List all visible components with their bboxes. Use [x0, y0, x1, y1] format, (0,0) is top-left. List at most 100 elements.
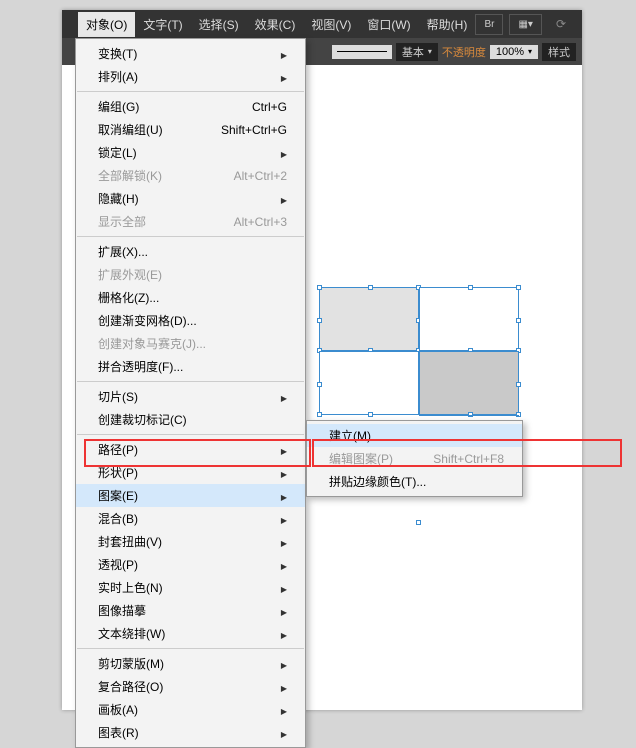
submenu-arrow-icon — [281, 466, 287, 480]
menu-item-label: 混合(B) — [98, 510, 138, 527]
menu-item[interactable]: 创建渐变网格(D)... — [76, 309, 305, 332]
submenu-item-label: 拼贴边缘颜色(T)... — [329, 473, 426, 490]
menu-item[interactable]: 透视(P) — [76, 553, 305, 576]
menu-item-label: 路径(P) — [98, 441, 138, 458]
submenu-arrow-icon — [281, 657, 287, 671]
menu-item[interactable]: 排列(A) — [76, 65, 305, 88]
guide-line — [419, 415, 519, 416]
submenu-item: 编辑图案(P) Shift+Ctrl+F8 — [307, 447, 522, 470]
menu-item-label: 变换(T) — [98, 45, 137, 62]
menu-item-label: 文本绕排(W) — [98, 625, 165, 642]
menu-item[interactable]: 文本绕排(W) — [76, 622, 305, 645]
menu-item[interactable]: 画板(A) — [76, 698, 305, 721]
menu-item[interactable]: 变换(T) — [76, 42, 305, 65]
menu-item: 扩展外观(E) — [76, 263, 305, 286]
submenu-item[interactable]: 拼贴边缘颜色(T)... — [307, 470, 522, 493]
submenu-item[interactable]: 建立(M) — [307, 424, 522, 447]
submenu-arrow-icon — [281, 512, 287, 526]
menu-item-shortcut: Alt+Ctrl+2 — [234, 169, 287, 183]
anchor-handle[interactable] — [416, 520, 421, 525]
menu-separator — [77, 648, 304, 649]
submenu-arrow-icon — [281, 703, 287, 717]
submenu-arrow-icon — [281, 192, 287, 206]
submenu-item-label: 建立(M) — [329, 427, 371, 444]
submenu-arrow-icon — [281, 535, 287, 549]
menu-item[interactable]: 隐藏(H) — [76, 187, 305, 210]
menu-item[interactable]: 封套扭曲(V) — [76, 530, 305, 553]
menu-separator — [77, 91, 304, 92]
menu-item-label: 显示全部 — [98, 213, 146, 230]
menu-item[interactable]: 编组(G)Ctrl+G — [76, 95, 305, 118]
submenu-item-label: 编辑图案(P) — [329, 450, 393, 467]
menu-view[interactable]: 视图(V) — [303, 12, 359, 37]
menu-item-label: 创建裁切标记(C) — [98, 411, 187, 428]
menu-item-label: 栅格化(Z)... — [98, 289, 159, 306]
submenu-arrow-icon — [281, 489, 287, 503]
submenu-arrow-icon — [281, 581, 287, 595]
menu-item-label: 编组(G) — [98, 98, 139, 115]
menu-item-label: 拼合透明度(F)... — [98, 358, 183, 375]
menu-separator — [77, 434, 304, 435]
menu-item[interactable]: 栅格化(Z)... — [76, 286, 305, 309]
menu-item-label: 剪切蒙版(M) — [98, 655, 164, 672]
menu-item: 显示全部 Alt+Ctrl+3 — [76, 210, 305, 233]
object-menu-dropdown: 变换(T) 排列(A) 编组(G)Ctrl+G取消编组(U)Shift+Ctrl+G… — [75, 38, 306, 748]
submenu-arrow-icon — [281, 627, 287, 641]
bridge-icon[interactable]: Br — [475, 14, 503, 35]
menu-item[interactable]: 锁定(L) — [76, 141, 305, 164]
submenu-arrow-icon — [281, 47, 287, 61]
stroke-profile-combo[interactable]: 基本▾ — [396, 43, 438, 61]
menu-item[interactable]: 形状(P) — [76, 461, 305, 484]
menu-item-label: 形状(P) — [98, 464, 138, 481]
menu-item-label: 扩展(X)... — [98, 243, 148, 260]
selected-rect-1[interactable] — [319, 287, 419, 351]
menu-item[interactable]: 实时上色(N) — [76, 576, 305, 599]
opacity-value[interactable]: 100%▾ — [490, 45, 538, 59]
menu-item-label: 创建对象马赛克(J)... — [98, 335, 206, 352]
menu-item[interactable]: 创建裁切标记(C) — [76, 408, 305, 431]
menu-item-shortcut: Alt+Ctrl+3 — [234, 215, 287, 229]
menu-item-shortcut: Shift+Ctrl+G — [221, 123, 287, 137]
menu-select[interactable]: 选择(S) — [191, 12, 247, 37]
pattern-submenu: 建立(M) 编辑图案(P) Shift+Ctrl+F8 拼贴边缘颜色(T)... — [306, 420, 523, 497]
submenu-arrow-icon — [281, 443, 287, 457]
menu-item[interactable]: 复合路径(O) — [76, 675, 305, 698]
submenu-arrow-icon — [281, 70, 287, 84]
menu-item[interactable]: 取消编组(U)Shift+Ctrl+G — [76, 118, 305, 141]
menu-object[interactable]: 对象(O) — [78, 12, 135, 37]
selected-rect-2[interactable] — [419, 287, 519, 351]
menu-item-label: 复合路径(O) — [98, 678, 163, 695]
submenu-arrow-icon — [281, 390, 287, 404]
selected-rect-3[interactable] — [419, 351, 519, 415]
submenu-item-shortcut: Shift+Ctrl+F8 — [433, 452, 504, 466]
menu-help[interactable]: 帮助(H) — [419, 12, 476, 37]
menu-item[interactable]: 图案(E) — [76, 484, 305, 507]
arrange-docs-icon[interactable]: ▦▾ — [509, 14, 541, 35]
sync-icon[interactable]: ⟳ — [548, 13, 574, 35]
selected-rect-4[interactable] — [319, 351, 419, 415]
menu-item-label: 透视(P) — [98, 556, 138, 573]
menu-type[interactable]: 文字(T) — [135, 12, 190, 37]
menu-item[interactable]: 路径(P) — [76, 438, 305, 461]
menu-item-label: 创建渐变网格(D)... — [98, 312, 197, 329]
menu-item[interactable]: 混合(B) — [76, 507, 305, 530]
menu-item[interactable]: 切片(S) — [76, 385, 305, 408]
style-combo[interactable]: 样式 — [542, 43, 576, 61]
menu-item-label: 画板(A) — [98, 701, 138, 718]
menu-item-label: 图像描摹 — [98, 602, 146, 619]
menu-item[interactable]: 剪切蒙版(M) — [76, 652, 305, 675]
menu-item-label: 封套扭曲(V) — [98, 533, 162, 550]
submenu-arrow-icon — [281, 680, 287, 694]
submenu-arrow-icon — [281, 726, 287, 740]
menu-item: 创建对象马赛克(J)... — [76, 332, 305, 355]
app-window: 对象(O) 文字(T) 选择(S) 效果(C) 视图(V) 窗口(W) 帮助(H… — [62, 10, 582, 710]
menu-item[interactable]: 拼合透明度(F)... — [76, 355, 305, 378]
menu-item[interactable]: 扩展(X)... — [76, 240, 305, 263]
menu-effect[interactable]: 效果(C) — [247, 12, 304, 37]
menu-item[interactable]: 图表(R) — [76, 721, 305, 744]
stroke-style-swatch[interactable] — [332, 45, 392, 59]
menu-window[interactable]: 窗口(W) — [359, 12, 418, 37]
submenu-arrow-icon — [281, 558, 287, 572]
menu-item[interactable]: 图像描摹 — [76, 599, 305, 622]
menu-item-label: 锁定(L) — [98, 144, 137, 161]
